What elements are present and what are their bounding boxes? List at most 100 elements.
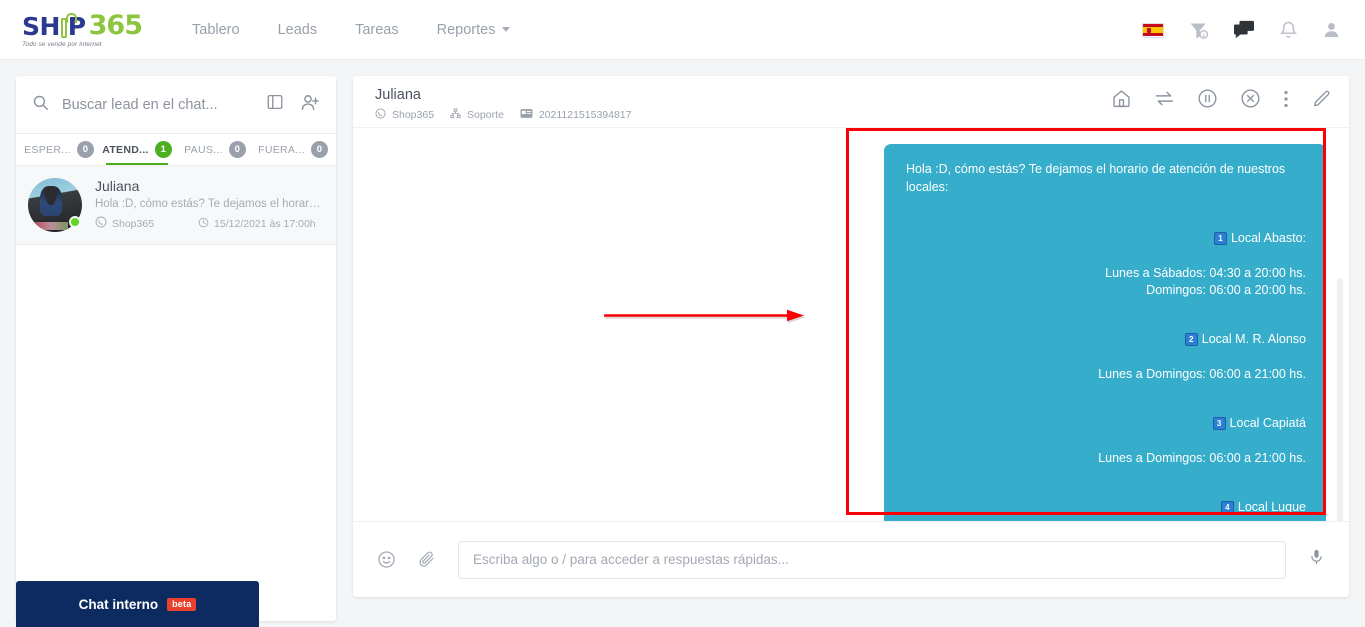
message-greeting: Hola :D, cómo estás? Te dejamos el horar… [906,162,1289,194]
whatsapp-icon [375,108,386,122]
chat-contact-name: Juliana [95,178,140,194]
home-icon[interactable] [1111,88,1132,109]
number-1-emoji: 1 [1213,231,1227,245]
conversation-protocol: 2021121515394817 [520,108,632,122]
nav-item-reportes[interactable]: Reportes [437,22,511,38]
pause-icon[interactable] [1197,88,1218,109]
conversation-panel: Juliana Shop365 Soporte 2021121515394817… [353,76,1349,597]
conversation-department: Soporte [450,108,504,122]
number-4-emoji: 4 [1220,501,1234,514]
beta-badge: beta [167,597,197,611]
chat-preview-text: Hola :D, cómo estás? Te dejamos el horar… [95,198,322,210]
message-input[interactable] [458,540,1286,579]
online-status-dot [69,216,81,228]
number-3-emoji: 3 [1212,417,1226,430]
user-profile-icon[interactable] [1322,20,1341,40]
tab-badge-pausado: 0 [228,141,246,158]
tab-esperando[interactable]: ESPER... 0 [20,134,98,165]
conversation-channel-label: Shop365 [392,109,435,121]
conversation-channel: Shop365 [375,108,434,122]
whatsapp-icon [95,216,107,231]
search-bar [16,76,336,134]
location-name-4: Local Luque [1237,500,1306,514]
attachment-paperclip-icon[interactable] [418,550,436,569]
archived-chats-icon[interactable] [266,93,284,116]
logo-tagline: Todo se vende por internet [22,40,102,48]
nav-item-leads[interactable]: Leads [278,22,318,38]
chat-timestamp: 15/12/2021 às 17:00h [198,217,316,231]
tab-badge-esperando: 0 [76,141,94,158]
nav-item-tablero[interactable]: Tablero [192,22,240,38]
org-hierarchy-icon [450,108,461,122]
message-location-hours-3a: Lunes a Domingos: 06:00 a 21:00 hs. [1098,451,1306,465]
main-nav-links: Tablero Leads Tareas Reportes [192,22,548,38]
nav-label-leads: Leads [277,21,318,38]
tab-pausado[interactable]: PAUS... 0 [176,134,254,165]
close-circle-icon[interactable] [1240,88,1261,109]
tab-label-pausado: PAUS... [184,143,223,156]
chat-channel: Shop365 [95,216,154,231]
conversation-protocol-label: 2021121515394817 [538,109,632,121]
clock-icon [198,217,209,231]
nav-label-reportes: Reportes [436,21,496,38]
message-location-hours-1b: Domingos: 06:00 a 20:00 hs. [1146,283,1306,297]
nav-label-tablero: Tablero [192,21,240,38]
chevron-down-icon [502,27,511,32]
shopping-bag-icon [60,12,77,38]
chat-time-label: 15/12/2021 às 17:00h [214,217,316,230]
chat-status-tabs: ESPER... 0 ATEND... 1 PAUS... 0 FUERA...… [16,134,336,166]
location-name-3: Local Capiatá [1229,416,1306,430]
logo-text-sh: SH [22,11,60,41]
list-item[interactable]: Juliana Hola :D, cómo estás? Te dejamos … [16,166,336,245]
bell-notification-icon[interactable] [1279,20,1298,40]
funnel-dollar-icon[interactable]: $ [1188,20,1209,41]
tab-label-atendiendo: ATEND... [102,143,149,156]
top-nav-icon-group: $ [1142,0,1341,60]
message-bubble-outgoing: Hola :D, cómo estás? Te dejamos el horar… [884,144,1326,521]
message-location-title-2: 2 Local M. R. Alonso [906,314,1306,367]
tab-badge-fuera: 0 [310,141,328,158]
internal-chat-label: Chat interno [78,596,159,612]
tab-badge-atendiendo: 1 [154,141,172,158]
svg-text:$: $ [1202,32,1205,38]
edit-pencil-icon[interactable] [1311,89,1331,109]
search-icon [32,94,49,116]
nav-label-tareas: Tareas [355,21,399,38]
language-flag-spain-icon[interactable] [1142,22,1164,38]
tab-atendiendo[interactable]: ATEND... 1 [98,134,176,165]
chat-channel-label: Shop365 [112,217,155,230]
message-area: Hola :D, cómo estás? Te dejamos el horar… [353,128,1349,521]
conversation-action-icons [1111,88,1331,109]
logo-text-365: 365 [88,9,143,41]
location-name-1: Local Abasto: [1230,230,1306,245]
chat-list-panel: ESPER... 0 ATEND... 1 PAUS... 0 FUERA...… [16,76,336,621]
conversation-header: Juliana Shop365 Soporte 2021121515394817 [353,76,1349,128]
chat-list: Juliana Hola :D, cómo estás? Te dejamos … [16,166,336,245]
app-logo[interactable]: SH P 365 Todo se vende por internet [22,9,143,48]
avatar [28,178,82,232]
conversation-department-label: Soporte [467,109,504,121]
tab-label-fuera: FUERA... [258,143,305,156]
tab-label-esperando: ESPER... [24,143,71,156]
nav-item-tareas[interactable]: Tareas [355,22,399,38]
microphone-icon[interactable] [1308,547,1325,572]
emoji-icon[interactable] [377,550,396,569]
message-location-hours-2a: Lunes a Domingos: 06:00 a 21:00 hs. [1098,367,1306,381]
message-location-hours-1a: Lunes a Sábados: 04:30 a 20:00 hs. [1105,265,1306,280]
top-navigation-bar: SH P 365 Todo se vende por internet Tabl… [0,0,1365,60]
id-card-icon [520,108,533,122]
message-location-title-3: 3 Local Capiatá [906,398,1306,451]
add-contact-icon[interactable] [300,93,320,117]
message-location-title-1: 1 Local Abasto: [906,212,1306,265]
more-options-icon[interactable] [1283,89,1289,109]
message-location-title-4: 4 Local Luque [906,482,1306,522]
location-name-2: Local M. R. Alonso [1201,332,1306,346]
chat-bubbles-icon[interactable] [1233,20,1255,40]
message-scrollbar[interactable] [1337,278,1343,521]
search-input[interactable] [62,96,250,113]
internal-chat-bar[interactable]: Chat interno beta [16,581,259,627]
number-2-emoji: 2 [1184,333,1198,346]
transfer-icon[interactable] [1154,88,1175,109]
message-composer [353,521,1349,597]
tab-fuera[interactable]: FUERA... 0 [254,134,332,165]
